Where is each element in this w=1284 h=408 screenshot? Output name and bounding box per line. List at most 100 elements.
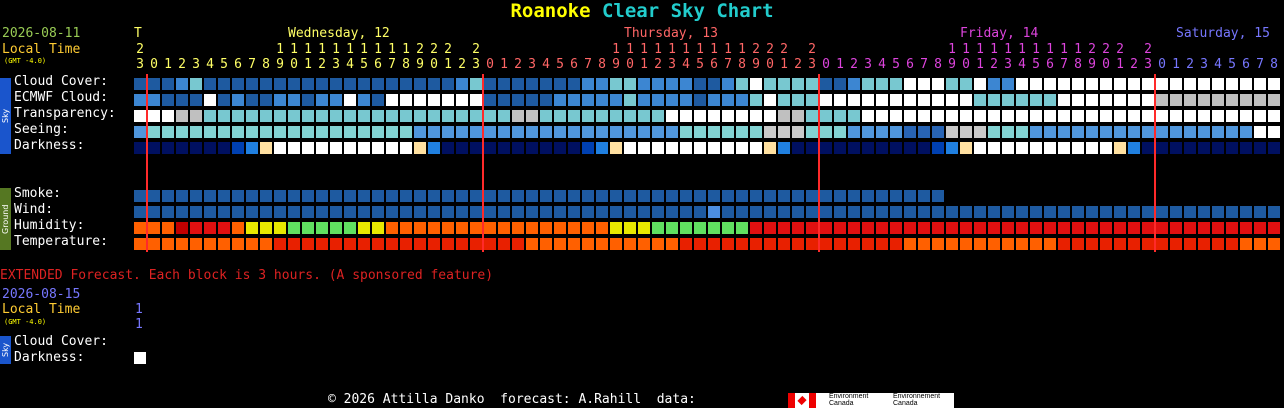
temperature-cell bbox=[484, 238, 496, 250]
temperature-cell bbox=[708, 238, 720, 250]
seeing-cell bbox=[1058, 126, 1070, 138]
hour-tens-digit: 1 bbox=[1018, 42, 1026, 57]
ecmwf-cell bbox=[484, 94, 496, 106]
humidity-cell bbox=[932, 222, 944, 234]
smoke-cell bbox=[904, 190, 916, 202]
hour-digit: 3 bbox=[332, 57, 340, 72]
ecmwf-cell bbox=[414, 94, 426, 106]
humidity-cell bbox=[1170, 222, 1182, 234]
hour-digit: 1 bbox=[444, 57, 452, 72]
temperature-cell bbox=[288, 238, 300, 250]
smoke-cell bbox=[134, 190, 146, 202]
cloud-cell bbox=[1226, 78, 1238, 90]
cloud-cell bbox=[414, 78, 426, 90]
smoke-cell bbox=[470, 190, 482, 202]
ecmwf-cell bbox=[428, 94, 440, 106]
humidity-cell bbox=[134, 222, 146, 234]
transparency-cell bbox=[680, 110, 692, 122]
wind-cell bbox=[932, 206, 944, 218]
seeing-cell bbox=[1240, 126, 1252, 138]
seeing-cell bbox=[176, 126, 188, 138]
hour-digit: 4 bbox=[878, 57, 886, 72]
wind-cell bbox=[1058, 206, 1070, 218]
temperature-cell bbox=[1198, 238, 1210, 250]
wind-cell bbox=[274, 206, 286, 218]
humidity-cell bbox=[358, 222, 370, 234]
ecmwf-cell bbox=[442, 94, 454, 106]
transparency-cell bbox=[820, 110, 832, 122]
humidity-cell bbox=[470, 222, 482, 234]
wind-cell bbox=[554, 206, 566, 218]
hour-tens-digit: 2 bbox=[1088, 42, 1096, 57]
seeing-cell bbox=[792, 126, 804, 138]
ecmwf-cell bbox=[638, 94, 650, 106]
humidity-cell bbox=[764, 222, 776, 234]
cloud-cell bbox=[232, 78, 244, 90]
ecmwf-cell bbox=[680, 94, 692, 106]
humidity-cell bbox=[1114, 222, 1126, 234]
temperature-cell bbox=[148, 238, 160, 250]
temperature-cell bbox=[260, 238, 272, 250]
darkness-cell bbox=[792, 142, 804, 154]
darkness-cell bbox=[246, 142, 258, 154]
cloud-cell bbox=[1072, 78, 1084, 90]
wind-cell bbox=[624, 206, 636, 218]
humidity-cell bbox=[596, 222, 608, 234]
hour-digit: 0 bbox=[1102, 57, 1110, 72]
smoke-cell bbox=[652, 190, 664, 202]
humidity-cell bbox=[1142, 222, 1154, 234]
wind-cell bbox=[372, 206, 384, 218]
title-location: Roanoke bbox=[510, 0, 591, 22]
transparency-cell bbox=[456, 110, 468, 122]
seeing-cell bbox=[820, 126, 832, 138]
transparency-cell bbox=[190, 110, 202, 122]
seeing-cell bbox=[218, 126, 230, 138]
wind-cell bbox=[568, 206, 580, 218]
ecmwf-cell bbox=[176, 94, 188, 106]
ecmwf-cell bbox=[624, 94, 636, 106]
humidity-cell bbox=[722, 222, 734, 234]
seeing-cell bbox=[1156, 126, 1168, 138]
extended-gmt-note: (GMT -4.0) bbox=[4, 318, 47, 326]
humidity-cell bbox=[708, 222, 720, 234]
hour-digit: 1 bbox=[1172, 57, 1180, 72]
hour-tens-digit: 2 bbox=[808, 42, 816, 57]
cloud-cell bbox=[820, 78, 832, 90]
humidity-cell bbox=[400, 222, 412, 234]
cloud-cell bbox=[1156, 78, 1168, 90]
wind-cell bbox=[1156, 206, 1168, 218]
darkness-cell bbox=[568, 142, 580, 154]
wind-cell bbox=[960, 206, 972, 218]
cloud-cell bbox=[652, 78, 664, 90]
humidity-cell bbox=[848, 222, 860, 234]
smoke-cell bbox=[722, 190, 734, 202]
wind-cell bbox=[204, 206, 216, 218]
darkness-cell bbox=[470, 142, 482, 154]
cloud-cell bbox=[680, 78, 692, 90]
temperature-cell bbox=[1100, 238, 1112, 250]
seeing-cell bbox=[386, 126, 398, 138]
cloud-cell bbox=[456, 78, 468, 90]
smoke-cell bbox=[568, 190, 580, 202]
smoke-cell bbox=[708, 190, 720, 202]
row-label-seeing: Seeing: bbox=[14, 122, 69, 137]
wind-cell bbox=[1002, 206, 1014, 218]
smoke-cell bbox=[624, 190, 636, 202]
smoke-cell bbox=[288, 190, 300, 202]
humidity-cell bbox=[806, 222, 818, 234]
seeing-cell bbox=[470, 126, 482, 138]
transparency-cell bbox=[316, 110, 328, 122]
cloud-cell bbox=[582, 78, 594, 90]
darkness-cell bbox=[400, 142, 412, 154]
seeing-cell bbox=[1114, 126, 1126, 138]
wind-cell bbox=[1030, 206, 1042, 218]
transparency-cell bbox=[1044, 110, 1056, 122]
seeing-cell bbox=[1142, 126, 1154, 138]
humidity-cell bbox=[946, 222, 958, 234]
day-header-2: Thursday, 13 bbox=[624, 26, 718, 41]
ecmwf-cell bbox=[330, 94, 342, 106]
darkness-cell bbox=[526, 142, 538, 154]
transparency-cell bbox=[1030, 110, 1042, 122]
smoke-cell bbox=[386, 190, 398, 202]
transparency-cell bbox=[442, 110, 454, 122]
